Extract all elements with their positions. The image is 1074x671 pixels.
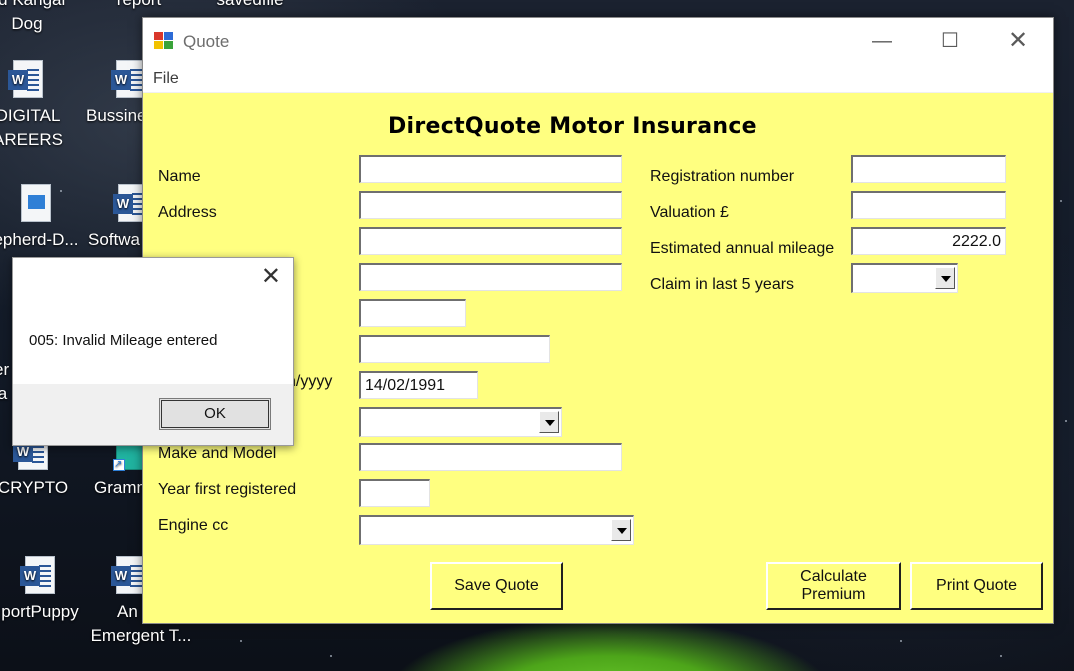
maximize-button[interactable]: ☐: [927, 18, 973, 66]
print-quote-label: Print Quote: [936, 577, 1017, 594]
image-file-icon: [21, 184, 51, 222]
mileage-input[interactable]: 2222.0: [851, 227, 1006, 255]
dialog-close-button[interactable]: ✕: [261, 262, 281, 291]
phone-input[interactable]: [359, 335, 550, 363]
minimize-button[interactable]: —: [859, 18, 905, 66]
address-line3-input[interactable]: [359, 263, 622, 291]
word-document-icon: W: [20, 556, 55, 594]
menu-file[interactable]: File: [153, 70, 179, 88]
claim-dropdown[interactable]: [851, 263, 958, 293]
postcode-input[interactable]: [359, 299, 466, 327]
desktop-icon-reportpuppy[interactable]: W portPuppy: [0, 556, 90, 624]
title-bar[interactable]: Quote — ☐ ✕: [143, 18, 1053, 66]
name-label: Name: [158, 168, 201, 185]
desktop-icon-label: Softwa: [88, 230, 140, 249]
dob-input[interactable]: 14/02/1991: [359, 371, 478, 399]
mileage-label: Estimated annual mileage: [650, 240, 835, 257]
desktop-icon-label: portPuppy: [1, 602, 79, 621]
address-line1-input[interactable]: [359, 191, 622, 219]
chevron-down-icon[interactable]: [611, 519, 631, 541]
window-title: Quote: [183, 32, 230, 51]
close-button[interactable]: ✕: [995, 18, 1041, 66]
save-quote-label: Save Quote: [454, 577, 539, 594]
desktop-icon-label-2: AREERS: [0, 130, 63, 149]
desktop-icon-savedfile[interactable]: savedfile: [198, 0, 302, 12]
form-heading: DirectQuote Motor Insurance: [388, 114, 757, 139]
desktop-icon-label-2: Emergent T...: [90, 626, 192, 645]
error-dialog[interactable]: ✕ 005: Invalid Mileage entered OK: [12, 257, 294, 446]
desktop-icon-label: CRYPTO: [0, 478, 69, 497]
desktop-icon-label: report: [94, 0, 184, 12]
gender-dropdown[interactable]: [359, 407, 562, 437]
print-quote-button[interactable]: Print Quote: [910, 562, 1043, 610]
chevron-down-icon[interactable]: [935, 267, 955, 289]
claim-label: Claim in last 5 years: [650, 276, 795, 293]
year-registered-input[interactable]: [359, 479, 430, 507]
address-line2-input[interactable]: [359, 227, 622, 255]
dialog-message: 005: Invalid Mileage entered: [29, 332, 218, 349]
dialog-footer: OK: [13, 384, 293, 445]
desktop-icon-digital-careers[interactable]: W DIGITAL AREERS: [0, 60, 76, 152]
desktop-icon-software[interactable]: W Softwa: [88, 184, 148, 252]
address-label: Address: [158, 204, 217, 221]
desktop-icon-kangal-dog[interactable]: ed Kangal Dog: [0, 0, 72, 36]
desktop-icon-report[interactable]: report: [94, 0, 184, 12]
valuation-input[interactable]: [851, 191, 1006, 219]
calculate-label-line1: Calculate: [800, 568, 867, 585]
menu-bar: File: [143, 66, 1053, 93]
save-quote-button[interactable]: Save Quote: [430, 562, 563, 610]
word-document-icon: W: [8, 60, 43, 98]
desktop-icon-label: ed Kangal: [0, 0, 72, 12]
calculate-label-line2: Premium: [801, 586, 866, 603]
registration-input[interactable]: [851, 155, 1006, 183]
desktop-icon-label: savedfile: [198, 0, 302, 12]
engine-cc-label: Engine cc: [158, 517, 229, 534]
make-model-label: Make and Model: [158, 445, 277, 462]
desktop-icon-label: DIGITAL: [0, 106, 61, 125]
calculate-premium-button[interactable]: Calculate Premium: [766, 562, 901, 610]
registration-label: Registration number: [650, 168, 795, 185]
chevron-down-icon[interactable]: [539, 411, 559, 433]
valuation-label: Valuation £: [650, 204, 729, 221]
desktop-icon-label-2: Dog: [11, 14, 43, 33]
engine-cc-dropdown[interactable]: [359, 515, 634, 545]
make-model-input[interactable]: [359, 443, 622, 471]
desktop-icon-label: epherd-D...: [0, 230, 79, 249]
desktop-icon-shepherd[interactable]: epherd-D...: [0, 184, 84, 252]
app-icon: [154, 32, 174, 50]
name-input[interactable]: [359, 155, 622, 183]
year-registered-label: Year first registered: [158, 481, 297, 498]
ok-button[interactable]: OK: [159, 398, 271, 430]
